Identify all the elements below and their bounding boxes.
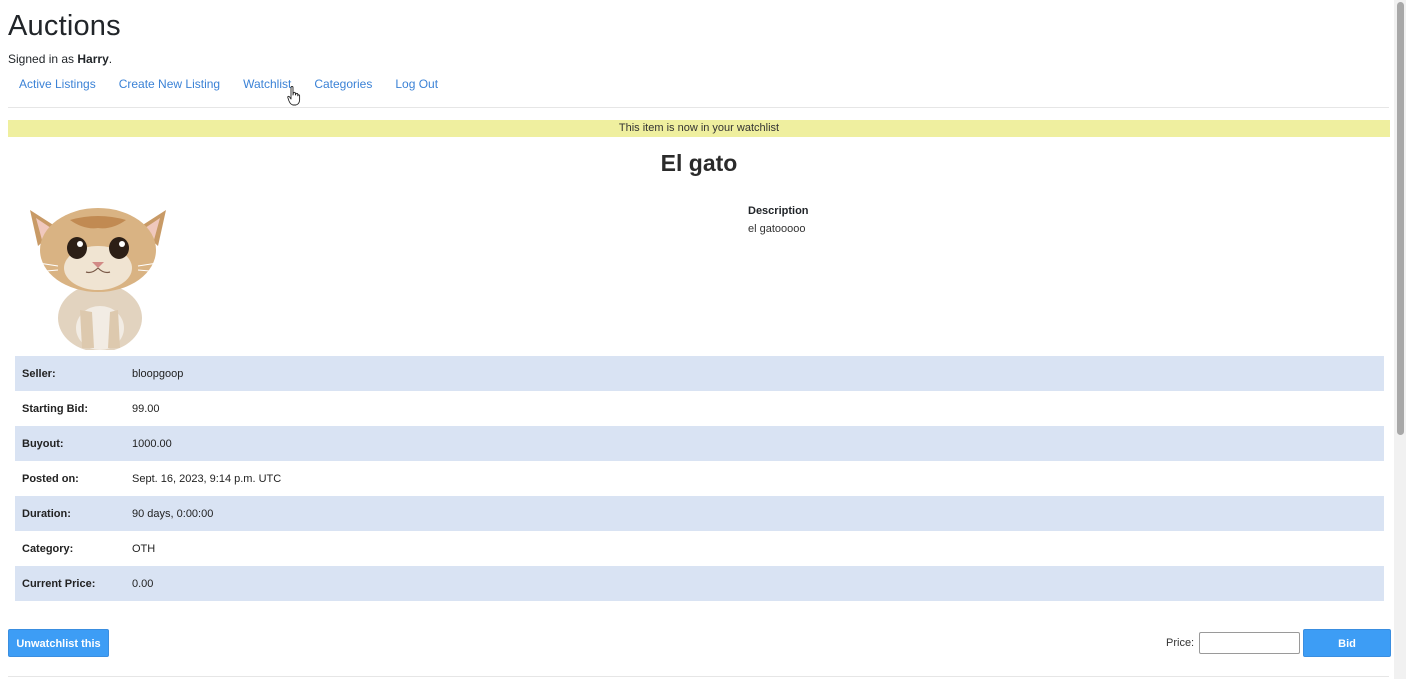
description-block: Description el gatooooo	[748, 205, 809, 236]
detail-value: Sept. 16, 2023, 9:14 p.m. UTC	[132, 472, 282, 485]
listing-image	[30, 208, 166, 350]
detail-row-buyout: Buyout: 1000.00	[15, 426, 1384, 461]
listing-title: El gato	[660, 150, 738, 176]
nav-create-new-listing[interactable]: Create New Listing	[119, 77, 220, 91]
site-title: Auctions	[8, 10, 121, 42]
detail-value: 99.00	[132, 402, 160, 415]
main-nav: Active Listings Create New Listing Watch…	[8, 75, 1394, 93]
page-scrollbar[interactable]	[1394, 0, 1406, 679]
username: Harry	[77, 52, 109, 66]
price-input[interactable]	[1199, 632, 1300, 654]
hand-pointer-cursor-icon	[287, 86, 301, 106]
detail-key: Current Price:	[15, 566, 132, 601]
detail-key: Starting Bid:	[22, 402, 88, 415]
detail-value: 90 days, 0:00:00	[132, 496, 1384, 531]
bid-button[interactable]: Bid	[1303, 629, 1391, 657]
detail-key: Duration:	[15, 496, 132, 531]
detail-value: 1000.00	[132, 426, 1384, 461]
signed-in-prefix: Signed in as	[8, 52, 78, 66]
description-text: el gatooooo	[748, 223, 806, 235]
footer-divider	[8, 676, 1389, 677]
description-heading: Description	[748, 205, 809, 217]
nav-categories[interactable]: Categories	[314, 77, 372, 91]
detail-row-category: Category: OTH	[15, 531, 1384, 566]
listing-details-table: Seller: bloopgoop Starting Bid: 99.00 Bu…	[15, 356, 1384, 601]
detail-value: bloopgoop	[132, 356, 1384, 391]
nav-watchlist[interactable]: Watchlist	[243, 77, 291, 91]
signed-in-text: Signed in as Harry.	[8, 52, 1394, 66]
nav-log-out[interactable]: Log Out	[395, 77, 438, 91]
detail-row-starting-bid: Starting Bid: 99.00	[15, 391, 1384, 426]
detail-key: Buyout:	[15, 426, 132, 461]
detail-row-seller: Seller: bloopgoop	[15, 356, 1384, 391]
watchlist-alert: This item is now in your watchlist	[8, 120, 1390, 137]
detail-key: Category:	[22, 542, 74, 555]
detail-key: Posted on:	[22, 472, 79, 485]
unwatchlist-button[interactable]: Unwatchlist this	[8, 629, 109, 657]
price-label: Price:	[1166, 637, 1195, 649]
detail-value: 0.00	[132, 566, 1384, 601]
nav-active-listings[interactable]: Active Listings	[19, 77, 96, 91]
signed-in-suffix: .	[108, 52, 113, 66]
scrollbar-thumb[interactable]	[1397, 2, 1404, 435]
detail-row-posted-on: Posted on: Sept. 16, 2023, 9:14 p.m. UTC	[15, 461, 1384, 496]
detail-key: Seller:	[15, 356, 132, 391]
detail-row-current-price: Current Price: 0.00	[15, 566, 1384, 601]
header-divider	[8, 107, 1389, 108]
detail-value: OTH	[132, 542, 156, 555]
detail-row-duration: Duration: 90 days, 0:00:00	[15, 496, 1384, 531]
